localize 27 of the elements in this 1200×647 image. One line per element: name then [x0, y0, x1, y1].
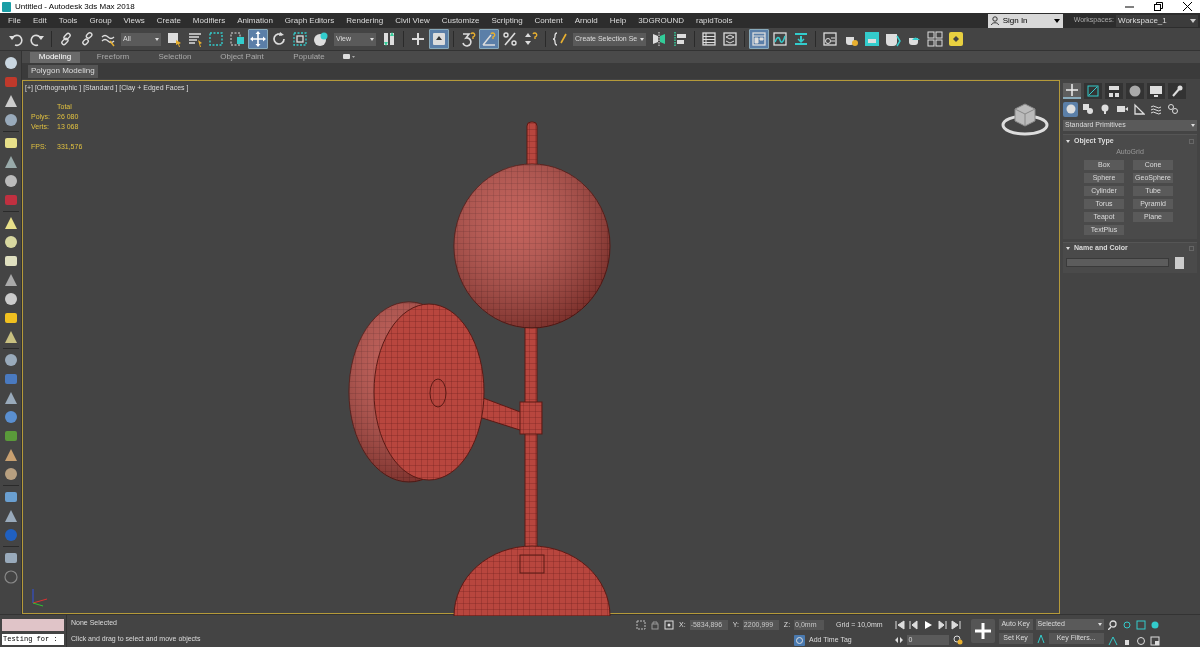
menu-item[interactable]: rapidTools [696, 14, 733, 27]
ribbon-tab[interactable]: Selection [146, 51, 204, 63]
menu-item[interactable]: Create [156, 14, 181, 27]
ribbon-tab[interactable]: Modeling [30, 51, 80, 63]
menu-item[interactable]: Graph Editors [284, 14, 335, 27]
ribbon-tab[interactable]: Freeform [84, 51, 142, 63]
ribbon-tab[interactable]: Populate [280, 51, 338, 63]
menu-item[interactable]: Animation [237, 14, 273, 27]
menu-item[interactable]: Views [123, 14, 145, 27]
menu-item[interactable]: Arnold [574, 14, 598, 27]
menu-item[interactable]: File [8, 14, 21, 27]
menu-item[interactable]: Tools [58, 14, 78, 27]
menu-item[interactable]: 3DGROUND [638, 14, 684, 27]
ribbon-panel-tab[interactable]: Polygon Modeling [28, 64, 98, 78]
window-title: Untitled - Autodesk 3ds Max 2018 [15, 0, 135, 13]
menu-item[interactable]: Help [609, 14, 627, 27]
menu-item[interactable]: Modifiers [192, 14, 226, 27]
menu-item[interactable]: Content [534, 14, 563, 27]
ribbon-tab[interactable]: Object Paint [208, 51, 276, 63]
menu-item[interactable]: Edit [32, 14, 47, 27]
workspace-dropdown[interactable]: Workspace_1 [1116, 14, 1198, 27]
menu-item[interactable]: Customize [441, 14, 480, 27]
menu-item[interactable]: Rendering [346, 14, 384, 27]
menu-item[interactable]: Scripting [491, 14, 523, 27]
sign-in-dropdown[interactable]: Sign In [987, 13, 1063, 28]
menu-item[interactable]: Civil View [395, 14, 430, 27]
menu-item[interactable]: Group [89, 14, 112, 27]
